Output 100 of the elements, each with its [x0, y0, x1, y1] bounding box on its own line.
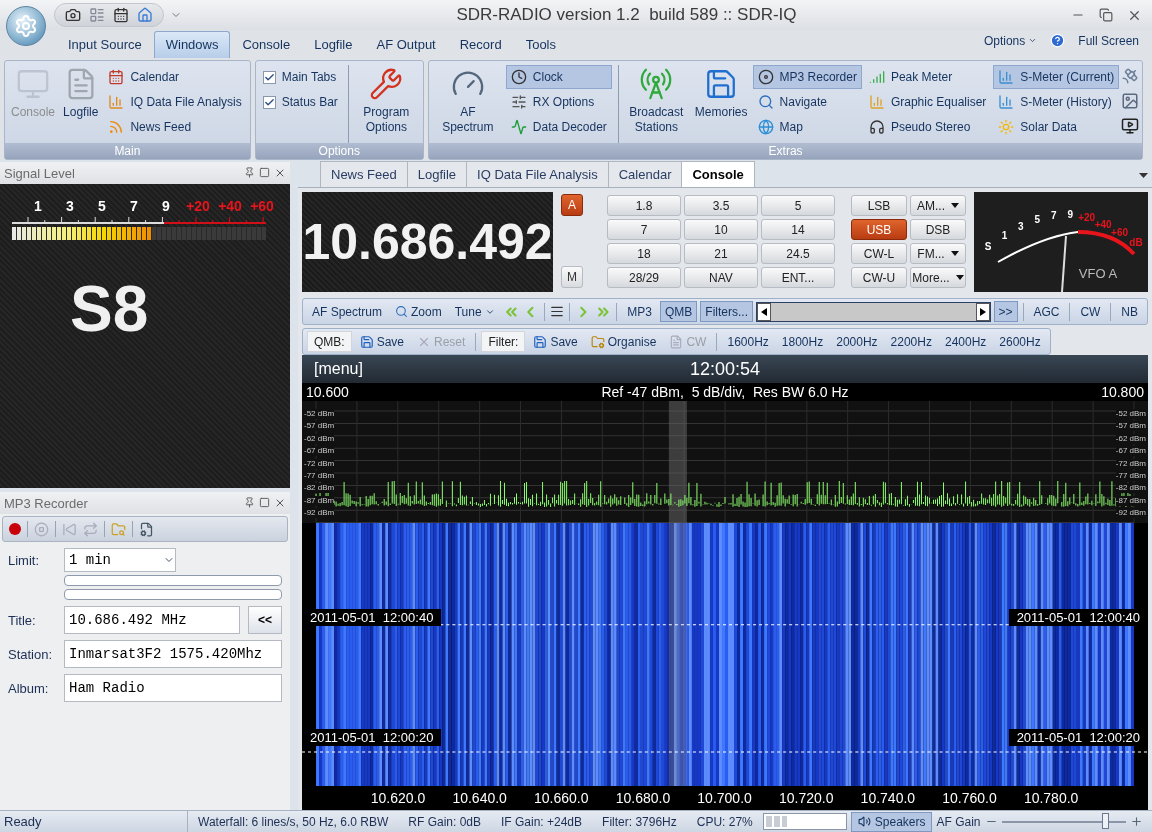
mode-button[interactable]: DSB	[910, 219, 966, 240]
slider-thumb[interactable]	[1101, 812, 1109, 829]
ribbon-item[interactable]: RX Options	[505, 90, 612, 114]
ribbon-item[interactable]: MP3 Recorder	[752, 65, 862, 89]
toolbar-button[interactable]: Save	[354, 331, 410, 352]
band-button[interactable]: 5	[761, 195, 835, 216]
toolbar-button[interactable]: >>	[993, 301, 1018, 322]
app-menu-button[interactable]	[6, 6, 46, 46]
toolbar-button[interactable]: NB	[1116, 301, 1144, 322]
mode-button[interactable]: More...	[910, 267, 966, 288]
toolbar-button[interactable]: MP3	[622, 301, 657, 322]
ribbon-item[interactable]: News Feed	[103, 115, 247, 139]
insert-button[interactable]: <<	[248, 606, 282, 634]
close-icon[interactable]	[274, 497, 286, 509]
home-icon[interactable]	[137, 7, 153, 23]
ribbon-item[interactable]: Data Decoder	[505, 115, 612, 139]
toolbar-button[interactable]: AGC	[1028, 301, 1065, 322]
ribbon-item[interactable]: S-Meter (History)	[993, 90, 1120, 114]
ribbon-item[interactable]: Navigate	[752, 90, 862, 114]
panel-icon[interactable]	[89, 7, 105, 23]
filter-button[interactable]: 2600Hz	[994, 331, 1046, 352]
menu-tab[interactable]: Console	[230, 31, 303, 58]
band-button[interactable]: 24.5	[761, 243, 835, 264]
toolbar-button[interactable]: AF Spectrum	[307, 301, 388, 322]
frequency-scrollbar[interactable]	[756, 301, 991, 322]
toolbar-button[interactable]: QMB	[660, 301, 698, 322]
band-button[interactable]: 3.5	[684, 195, 758, 216]
ribbon-button[interactable]: AF Spectrum	[431, 65, 504, 143]
close-icon[interactable]	[274, 167, 286, 179]
maximize-icon[interactable]	[259, 167, 270, 178]
mode-button[interactable]: CW-U	[851, 267, 907, 288]
vfo-button[interactable]: M	[561, 266, 583, 288]
speakers-button[interactable]: Speakers	[850, 811, 933, 832]
menu-tab[interactable]: AF Output	[364, 31, 448, 58]
maximize-icon[interactable]	[259, 497, 270, 508]
ribbon-item[interactable]: Peak Meter	[863, 65, 992, 89]
ribbon-item[interactable]: IQ Data File Analysis	[103, 90, 247, 114]
ribbon-button[interactable]: Memories	[691, 65, 751, 143]
document-tab[interactable]: IQ Data File Analysis	[466, 161, 609, 187]
band-button[interactable]: 18	[607, 243, 681, 264]
pin-icon[interactable]	[244, 167, 255, 178]
checkbox[interactable]	[262, 95, 276, 109]
filter-button[interactable]: 1800Hz	[776, 331, 829, 352]
document-tab[interactable]: Console	[681, 161, 755, 187]
limit-select[interactable]: 1 min	[64, 548, 176, 572]
ribbon-item[interactable]: S-Meter (Current)	[993, 65, 1120, 89]
band-button[interactable]: 21	[684, 243, 758, 264]
full-screen-button[interactable]: Full Screen	[1073, 30, 1144, 51]
band-button[interactable]: 1.8	[607, 195, 681, 216]
filter-button[interactable]: 1600Hz	[722, 331, 774, 352]
input-field[interactable]: Ham Radio	[64, 674, 282, 702]
filter-button[interactable]: 2200Hz	[885, 331, 937, 352]
list-icon[interactable]	[550, 304, 564, 319]
menu-link[interactable]: [menu]	[314, 360, 363, 378]
menu-tab[interactable]: Windows	[153, 31, 231, 58]
document-tab[interactable]: Calendar	[607, 161, 683, 187]
mode-button[interactable]: FM...	[910, 243, 966, 264]
record-icon[interactable]	[9, 523, 21, 535]
ribbon-item[interactable]: Solar Data	[993, 115, 1120, 139]
band-button[interactable]: 28/29	[607, 267, 681, 288]
properties-icon[interactable]	[139, 521, 154, 537]
picture-icon[interactable]	[1121, 92, 1140, 110]
mode-button[interactable]: LSB	[851, 195, 907, 216]
ribbon-button[interactable]: Logfile	[60, 65, 102, 143]
toolbar-button[interactable]: Filters...	[700, 301, 754, 322]
toolbar-button[interactable]: Save	[528, 331, 583, 352]
ribbon-item[interactable]: Clock	[505, 65, 612, 89]
caret-icon[interactable]	[1139, 173, 1148, 178]
pin-icon[interactable]	[244, 497, 255, 508]
document-tab[interactable]: Logfile	[406, 161, 468, 187]
band-button[interactable]: 7	[607, 219, 681, 240]
band-button[interactable]: 14	[761, 219, 835, 240]
toolbar-button[interactable]: Zoom	[390, 301, 447, 322]
help-icon[interactable]	[1050, 33, 1066, 48]
band-button[interactable]: ENT...	[761, 267, 835, 288]
filter-button[interactable]: 2400Hz	[939, 331, 992, 352]
antenna-icon[interactable]	[1121, 67, 1140, 85]
af-gain-slider[interactable]	[1001, 815, 1126, 828]
ribbon-item[interactable]: Calendar	[103, 65, 247, 89]
menu-tab[interactable]: Record	[447, 31, 514, 58]
toolbar-button[interactable]: Organise	[585, 331, 662, 352]
filter-button[interactable]: 2000Hz	[831, 331, 883, 352]
toolbar-button[interactable]: CW	[1075, 301, 1106, 322]
menu-tab[interactable]: Tools	[513, 31, 568, 58]
ribbon-item[interactable]: Map	[752, 115, 862, 139]
toolbar-dropdown[interactable]: Tune	[449, 301, 500, 322]
camera-icon[interactable]	[65, 7, 81, 23]
menu-tab[interactable]: Logfile	[302, 31, 365, 58]
options-menu[interactable]: Options	[978, 30, 1043, 51]
ribbon-item[interactable]: Graphic Equaliser	[863, 90, 992, 114]
screen-icon[interactable]	[1121, 117, 1140, 135]
plus-icon[interactable]	[1129, 815, 1143, 828]
restore-icon[interactable]	[1099, 7, 1113, 22]
calendar-icon[interactable]	[113, 7, 129, 23]
ribbon-item[interactable]: Pseudo Stereo	[863, 115, 992, 139]
document-tab[interactable]: News Feed	[320, 161, 408, 187]
mode-button[interactable]: CW-L	[851, 243, 907, 264]
checkbox[interactable]	[262, 70, 276, 84]
mode-button[interactable]: AM...	[910, 195, 966, 216]
vfo-button[interactable]: A	[561, 194, 583, 216]
